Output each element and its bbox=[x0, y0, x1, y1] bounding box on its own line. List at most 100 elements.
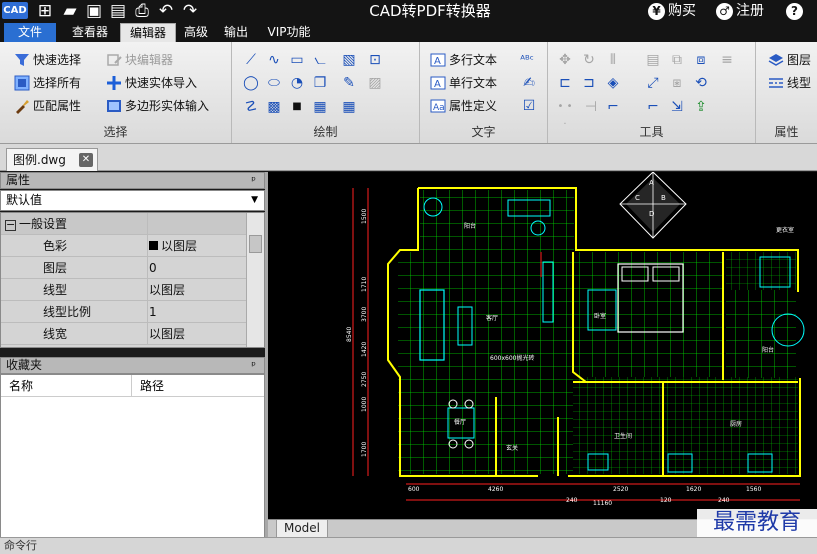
chevron-down-icon: ▼ bbox=[251, 195, 258, 205]
scrollbar-thumb[interactable] bbox=[249, 235, 262, 253]
copy-icon[interactable]: ❐ bbox=[311, 74, 329, 92]
measure-icon[interactable]: ⤢ bbox=[644, 74, 662, 92]
move-icon[interactable]: ✥ bbox=[556, 51, 574, 69]
zoom-window-icon[interactable]: ⊏ bbox=[556, 74, 574, 92]
ellipse-icon[interactable]: ⬭ bbox=[265, 74, 283, 92]
dim-left-5: 2750 bbox=[361, 372, 368, 387]
group-icon[interactable]: ⧆ bbox=[668, 74, 686, 92]
fillet-icon[interactable]: ⌐ bbox=[604, 98, 622, 116]
gradient-icon[interactable]: ▩ bbox=[265, 98, 283, 116]
polyline-icon[interactable]: ⦦ bbox=[311, 51, 329, 69]
color-picker-icon[interactable]: ◈ bbox=[604, 74, 622, 92]
select-all-label: 选择所有 bbox=[33, 76, 82, 90]
new-file-icon[interactable]: ⊞ bbox=[35, 1, 55, 21]
column-name[interactable]: 名称 bbox=[9, 375, 33, 397]
table-icon[interactable]: ▦ bbox=[340, 98, 358, 116]
line-icon[interactable]: ⟋ bbox=[242, 51, 260, 69]
rectangle-icon[interactable]: ▭ bbox=[288, 51, 306, 69]
tab-model[interactable]: Model bbox=[276, 520, 328, 538]
text-edit-icon[interactable]: ✍ bbox=[520, 74, 538, 92]
spline-icon[interactable]: ∿ bbox=[265, 51, 283, 69]
mirror-icon[interactable]: ⫴ bbox=[604, 51, 622, 69]
point-icon[interactable]: ■ bbox=[288, 98, 306, 116]
room-label-tile: 600x600抛光砖 bbox=[490, 354, 534, 362]
close-tab-icon[interactable]: ✕ bbox=[79, 153, 93, 167]
print-icon[interactable]: ⎙ bbox=[132, 1, 152, 21]
properties-selector[interactable]: 默认值 ▼ bbox=[0, 190, 265, 211]
title-bar: CAD ⊞ ▰ ▣ ▤ ⎙ ↶ ↷ CAD转PDF转换器 ¥ 购买 ♂ 注册 ? bbox=[0, 0, 817, 22]
column-path[interactable]: 路径 bbox=[131, 375, 164, 397]
explode-icon[interactable]: ⧈ bbox=[692, 51, 710, 69]
polygon-entity-input-button[interactable]: 多边形实体输入 bbox=[106, 96, 209, 116]
prop-row-color[interactable]: 色彩 以图层 bbox=[1, 235, 247, 257]
document-tab[interactable]: 图例.dwg ✕ bbox=[6, 148, 98, 171]
register-button[interactable]: ♂ 注册 bbox=[716, 0, 764, 22]
prop-row-lineweight[interactable]: 线宽 以图层 bbox=[1, 323, 247, 345]
text-style-icon[interactable]: ᴬᴮᶜ bbox=[518, 51, 536, 69]
prop-value: 以图层 bbox=[149, 283, 186, 297]
properties-scrollbar[interactable] bbox=[246, 213, 264, 347]
buy-button[interactable]: ¥ 购买 bbox=[648, 0, 696, 22]
tab-vip[interactable]: VIP功能 bbox=[260, 23, 318, 42]
extend-icon[interactable]: ⊣ bbox=[582, 98, 600, 116]
block-editor-button[interactable]: 块编辑器 bbox=[106, 50, 173, 70]
hatch-icon[interactable]: ▧ bbox=[340, 51, 358, 69]
prop-row-linetype[interactable]: 线型 以图层 bbox=[1, 279, 247, 301]
zoom-extents-icon[interactable]: ⊐ bbox=[580, 74, 598, 92]
linetype-button[interactable]: 线型 bbox=[768, 73, 811, 93]
drawing-canvas[interactable]: A B C D 阳台 客厅 600x600抛光砖 卧室 餐厅 卫生间 厨房 玄关… bbox=[268, 172, 817, 519]
prop-key: 图层 bbox=[1, 257, 148, 279]
watermark: 最需教育 bbox=[697, 509, 817, 537]
text-check-icon[interactable]: ☑ bbox=[520, 97, 538, 115]
save-pdf-icon[interactable]: ▤ bbox=[108, 1, 128, 21]
open-folder-icon[interactable]: ▰ bbox=[60, 1, 80, 21]
image-insert-icon[interactable]: ▨ bbox=[366, 74, 384, 92]
command-line[interactable]: 命令行 bbox=[0, 537, 817, 554]
linetype-icon bbox=[769, 77, 783, 88]
mtext-button[interactable]: A 多行文本 bbox=[430, 50, 497, 70]
quick-select-button[interactable]: 快速选择 bbox=[14, 50, 81, 70]
export-icon[interactable]: ⇪ bbox=[692, 98, 710, 116]
pen-icon[interactable]: ✎ bbox=[340, 74, 358, 92]
rotate-icon[interactable]: ↻ bbox=[580, 51, 598, 69]
pin-icon[interactable]: ᵖ bbox=[251, 358, 256, 373]
layer-icon bbox=[768, 53, 784, 66]
help-button[interactable]: ? bbox=[786, 0, 806, 22]
stretch-icon[interactable]: ⇲ bbox=[668, 98, 686, 116]
tab-viewer[interactable]: 查看器 bbox=[62, 23, 118, 42]
block-insert-icon[interactable]: ⊡ bbox=[366, 51, 384, 69]
arc-icon[interactable]: ◔ bbox=[288, 74, 306, 92]
tab-advanced[interactable]: 高级 bbox=[178, 23, 214, 42]
prop-row-layer[interactable]: 图层 0 bbox=[1, 257, 247, 279]
redo-icon[interactable]: ↷ bbox=[180, 1, 200, 21]
single-line-text-button[interactable]: A 单行文本 bbox=[430, 73, 497, 93]
refresh-icon[interactable]: ⟲ bbox=[692, 74, 710, 92]
chamfer-icon[interactable]: ⌐ bbox=[644, 98, 662, 116]
circle-icon[interactable]: ◯ bbox=[242, 74, 260, 92]
mtext-icon: A bbox=[430, 53, 446, 67]
array-icon[interactable]: ▤ bbox=[644, 51, 662, 69]
picture-icon[interactable]: ▦ bbox=[311, 98, 329, 116]
match-properties-label: 匹配属性 bbox=[33, 99, 82, 113]
select-all-button[interactable]: 选择所有 bbox=[14, 73, 81, 93]
pin-icon[interactable]: ᵖ bbox=[251, 173, 256, 188]
match-properties-button[interactable]: 匹配属性 bbox=[14, 96, 81, 116]
funnel-icon bbox=[15, 53, 29, 66]
tab-editor[interactable]: 编辑器 bbox=[120, 23, 176, 42]
dim-left-1: 1500 bbox=[361, 209, 368, 224]
menu-file[interactable]: 文件 bbox=[4, 23, 56, 42]
quick-entity-import-button[interactable]: 快速实体导入 bbox=[106, 73, 197, 93]
offset-icon[interactable]: ⧉ bbox=[668, 51, 686, 69]
save-icon[interactable]: ▣ bbox=[84, 1, 104, 21]
attribute-define-button[interactable]: Aa 属性定义 bbox=[430, 96, 497, 116]
freehand-icon[interactable]: ☡ bbox=[242, 98, 260, 116]
layer-button[interactable]: 图层 bbox=[768, 50, 811, 70]
trim-icon[interactable]: ≡ bbox=[718, 51, 736, 69]
dot-line-icon[interactable]: • • · bbox=[556, 98, 574, 130]
document-tab-label: 图例.dwg bbox=[13, 153, 66, 167]
prop-row-linetype-scale[interactable]: 线型比例 1 bbox=[1, 301, 247, 323]
undo-icon[interactable]: ↶ bbox=[156, 1, 176, 21]
collapse-icon[interactable]: − bbox=[5, 219, 16, 231]
category-general[interactable]: − 一般设置 bbox=[1, 213, 247, 235]
tab-output[interactable]: 输出 bbox=[218, 23, 254, 42]
